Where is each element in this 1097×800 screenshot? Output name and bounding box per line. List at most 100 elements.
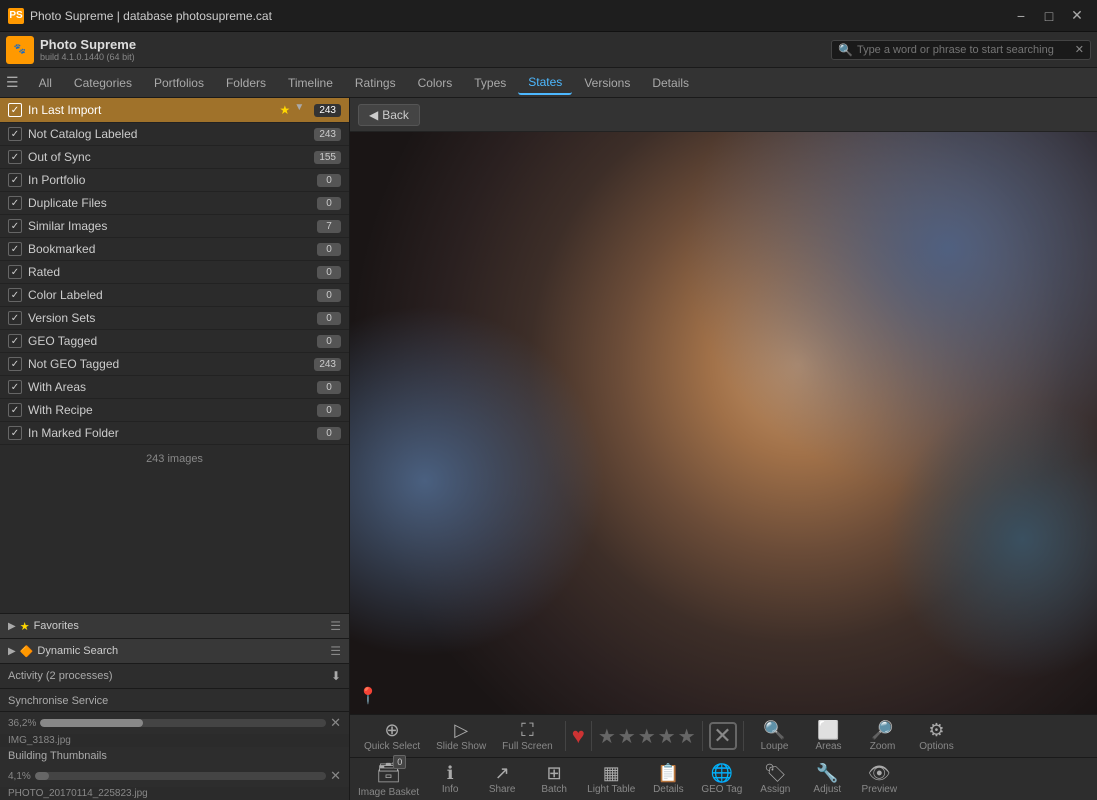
logo-text: Photo Supreme build 4.1.0.1440 (64 bit) <box>40 37 136 62</box>
checkbox-out-of-sync[interactable]: ✓ <box>8 150 22 164</box>
back-button[interactable]: ◀ Back <box>358 104 420 126</box>
checkbox-similar-images[interactable]: ✓ <box>8 219 22 233</box>
tab-ratings[interactable]: Ratings <box>345 72 406 94</box>
toolbar-row-2: 🗃 0 Image Basket ℹ Info ↗ Share ⊞ Batch <box>350 758 1097 800</box>
activity-download-icon[interactable]: ⬇ <box>331 669 341 683</box>
checkbox-with-recipe[interactable]: ✓ <box>8 403 22 417</box>
count-in-portfolio: 0 <box>317 174 341 187</box>
star-1-icon[interactable]: ★ <box>598 724 616 749</box>
details-button[interactable]: 📋 Details <box>643 762 693 797</box>
checkbox-with-areas[interactable]: ✓ <box>8 380 22 394</box>
list-item-rated[interactable]: ✓ Rated 0 <box>0 261 349 284</box>
checkbox-rated[interactable]: ✓ <box>8 265 22 279</box>
checkbox-color-labeled[interactable]: ✓ <box>8 288 22 302</box>
tab-types[interactable]: Types <box>464 72 516 94</box>
batch-button[interactable]: ⊞ Batch <box>529 762 579 797</box>
tab-portfolios[interactable]: Portfolios <box>144 72 214 94</box>
list-item-similar-images[interactable]: ✓ Similar Images 7 <box>0 215 349 238</box>
star-4-icon[interactable]: ★ <box>658 724 676 749</box>
checkbox-geo-tagged[interactable]: ✓ <box>8 334 22 348</box>
star-5-icon[interactable]: ★ <box>678 724 696 749</box>
list-item-in-marked-folder[interactable]: ✓ In Marked Folder 0 <box>0 422 349 445</box>
assign-button[interactable]: 🏷 Assign <box>750 762 800 797</box>
checkbox-in-portfolio[interactable]: ✓ <box>8 173 22 187</box>
minimize-button[interactable]: − <box>1009 4 1033 28</box>
checkbox-in-marked-folder[interactable]: ✓ <box>8 426 22 440</box>
progress-row-2: 4,1% ✕ <box>0 765 349 787</box>
favorites-panel-header[interactable]: ▶ ★ Favorites ☰ <box>0 614 349 639</box>
location-pin-icon[interactable]: 📍 <box>358 686 378 706</box>
slide-show-label: Slide Show <box>436 741 486 752</box>
checkbox-not-geo-tagged[interactable]: ✓ <box>8 357 22 371</box>
image-basket-button[interactable]: 🗃 0 Image Basket <box>354 758 423 800</box>
tab-folders[interactable]: Folders <box>216 72 276 94</box>
search-clear-icon[interactable]: ✕ <box>1075 43 1084 56</box>
tab-timeline[interactable]: Timeline <box>278 72 343 94</box>
heart-icon[interactable]: ♥ <box>572 723 585 749</box>
adjust-icon: 🔧 <box>816 764 838 782</box>
checkbox-in-last-import[interactable]: ✓ <box>8 103 22 117</box>
list-item-geo-tagged[interactable]: ✓ GEO Tagged 0 <box>0 330 349 353</box>
loupe-button[interactable]: 🔍 Loupe <box>750 719 800 754</box>
list-item-not-catalog-labeled[interactable]: ✓ Not Catalog Labeled 243 <box>0 123 349 146</box>
hamburger-icon[interactable]: ☰ <box>6 74 19 91</box>
share-button[interactable]: ↗ Share <box>477 762 527 797</box>
tab-states[interactable]: States <box>518 71 572 95</box>
star-3-icon[interactable]: ★ <box>638 724 656 749</box>
progress-1-filename: IMG_3183.jpg <box>0 734 349 747</box>
progress-2-close-icon[interactable]: ✕ <box>330 768 341 784</box>
zoom-button[interactable]: 🔎 Zoom <box>858 719 908 754</box>
progress-1-close-icon[interactable]: ✕ <box>330 715 341 731</box>
reject-icon[interactable]: ✕ <box>709 722 737 750</box>
tab-colors[interactable]: Colors <box>408 72 463 94</box>
search-input[interactable] <box>857 44 1075 56</box>
list-item-duplicate-files[interactable]: ✓ Duplicate Files 0 <box>0 192 349 215</box>
close-button[interactable]: ✕ <box>1065 4 1089 28</box>
slide-show-icon: ▷ <box>454 721 468 739</box>
list-item-with-recipe[interactable]: ✓ With Recipe 0 <box>0 399 349 422</box>
loupe-icon: 🔍 <box>763 721 785 739</box>
favorites-menu-icon[interactable]: ☰ <box>330 619 341 633</box>
tab-categories[interactable]: Categories <box>64 72 142 94</box>
checkbox-not-catalog-labeled[interactable]: ✓ <box>8 127 22 141</box>
tab-details[interactable]: Details <box>642 72 699 94</box>
list-item-color-labeled[interactable]: ✓ Color Labeled 0 <box>0 284 349 307</box>
geo-tag-button[interactable]: 🌐 GEO Tag <box>695 762 748 797</box>
checkbox-version-sets[interactable]: ✓ <box>8 311 22 325</box>
dynamic-search-icon: 🔶 <box>20 645 34 658</box>
star-2-icon[interactable]: ★ <box>618 724 636 749</box>
count-color-labeled: 0 <box>317 289 341 302</box>
adjust-button[interactable]: 🔧 Adjust <box>802 762 852 797</box>
list-item-with-areas[interactable]: ✓ With Areas 0 <box>0 376 349 399</box>
maximize-button[interactable]: □ <box>1037 4 1061 28</box>
item-label-rated: Rated <box>28 265 317 279</box>
list-item-not-geo-tagged[interactable]: ✓ Not GEO Tagged 243 <box>0 353 349 376</box>
list-item-in-portfolio[interactable]: ✓ In Portfolio 0 <box>0 169 349 192</box>
light-table-button[interactable]: ▦ Light Table <box>581 762 641 797</box>
dynamic-search-panel-header[interactable]: ▶ 🔶 Dynamic Search ☰ <box>0 639 349 664</box>
dynamic-search-toggle-icon: ▶ <box>8 646 16 657</box>
tab-all[interactable]: All <box>29 72 62 94</box>
preview-button[interactable]: 👁 Preview <box>854 762 904 797</box>
checkbox-duplicate-files[interactable]: ✓ <box>8 196 22 210</box>
list-item-version-sets[interactable]: ✓ Version Sets 0 <box>0 307 349 330</box>
areas-button[interactable]: ⬜ Areas <box>804 719 854 754</box>
options-button[interactable]: ⚙ Options <box>912 719 962 754</box>
main-layout: ✓ In Last Import ★ ▼ 243 ✓ Not Catalog L… <box>0 98 1097 800</box>
toolbar-separator-2 <box>591 721 592 751</box>
list-item-out-of-sync[interactable]: ✓ Out of Sync 155 <box>0 146 349 169</box>
progress-bar-2-container <box>35 772 326 780</box>
quick-select-button[interactable]: ⊕ Quick Select <box>358 719 426 754</box>
geo-tag-label: GEO Tag <box>701 784 742 795</box>
dynamic-search-menu-icon[interactable]: ☰ <box>330 644 341 658</box>
full-screen-button[interactable]: ⛶ Full Screen <box>496 719 559 754</box>
list-item-bookmarked[interactable]: ✓ Bookmarked 0 <box>0 238 349 261</box>
search-box[interactable]: 🔍 ✕ <box>831 40 1091 60</box>
checkbox-bookmarked[interactable]: ✓ <box>8 242 22 256</box>
tab-versions[interactable]: Versions <box>574 72 640 94</box>
info-button[interactable]: ℹ Info <box>425 762 475 797</box>
list-item-in-last-import[interactable]: ✓ In Last Import ★ ▼ 243 <box>0 98 349 123</box>
activity-bar: Activity (2 processes) ⬇ <box>0 664 349 689</box>
slide-show-button[interactable]: ▷ Slide Show <box>430 719 492 754</box>
item-label-with-recipe: With Recipe <box>28 403 317 417</box>
